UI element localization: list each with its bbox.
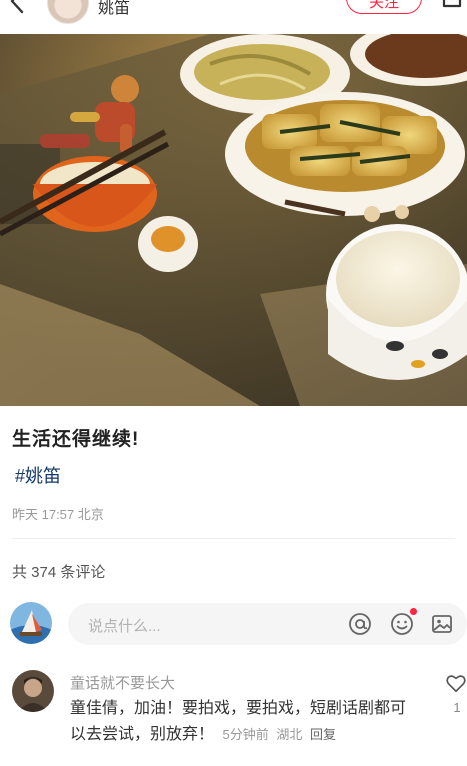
at-icon[interactable] (348, 612, 372, 636)
post-photo[interactable] (0, 34, 467, 406)
image-icon[interactable] (430, 612, 454, 636)
comment-input[interactable]: 说点什么... (68, 603, 467, 645)
divider (12, 538, 455, 539)
post-location: 北京 (77, 507, 104, 522)
my-avatar[interactable] (10, 602, 52, 644)
like-count: 1 (453, 700, 461, 715)
comment-meta: 5分钟前 湖北 回复 (222, 727, 340, 742)
follow-button[interactable]: 关注 (346, 0, 422, 14)
back-icon[interactable] (6, 0, 30, 14)
commenter-name[interactable]: 童话就不要长大 (70, 672, 175, 693)
share-icon[interactable] (440, 0, 464, 10)
author-avatar[interactable] (47, 0, 89, 24)
post-title: 生活还得继续! (12, 429, 140, 450)
emoji-icon[interactable] (390, 612, 414, 636)
comment-input-placeholder: 说点什么... (88, 618, 161, 635)
post-tag-link[interactable]: #姚笛 (15, 462, 61, 488)
author-name[interactable]: 姚笛 (98, 0, 130, 18)
commenter-avatar[interactable] (12, 670, 54, 712)
comment-time: 5分钟前 (222, 727, 269, 742)
notification-dot (410, 608, 417, 615)
comment-body[interactable]: 童佳倩，加油！要拍戏，要拍戏，短剧话剧都可以去尝试，别放弃！ 5分钟前 湖北 回… (70, 696, 420, 748)
top-bar: 姚笛 关注 (0, 0, 467, 30)
comment-location: 湖北 (276, 727, 303, 742)
comment-count: 共 374 条评论 (12, 564, 106, 581)
heart-icon[interactable] (445, 672, 467, 694)
reply-button[interactable]: 回复 (310, 727, 336, 742)
post-time: 昨天 17:57 (12, 507, 75, 522)
post-meta: 昨天 17:57 北京 (12, 504, 104, 523)
